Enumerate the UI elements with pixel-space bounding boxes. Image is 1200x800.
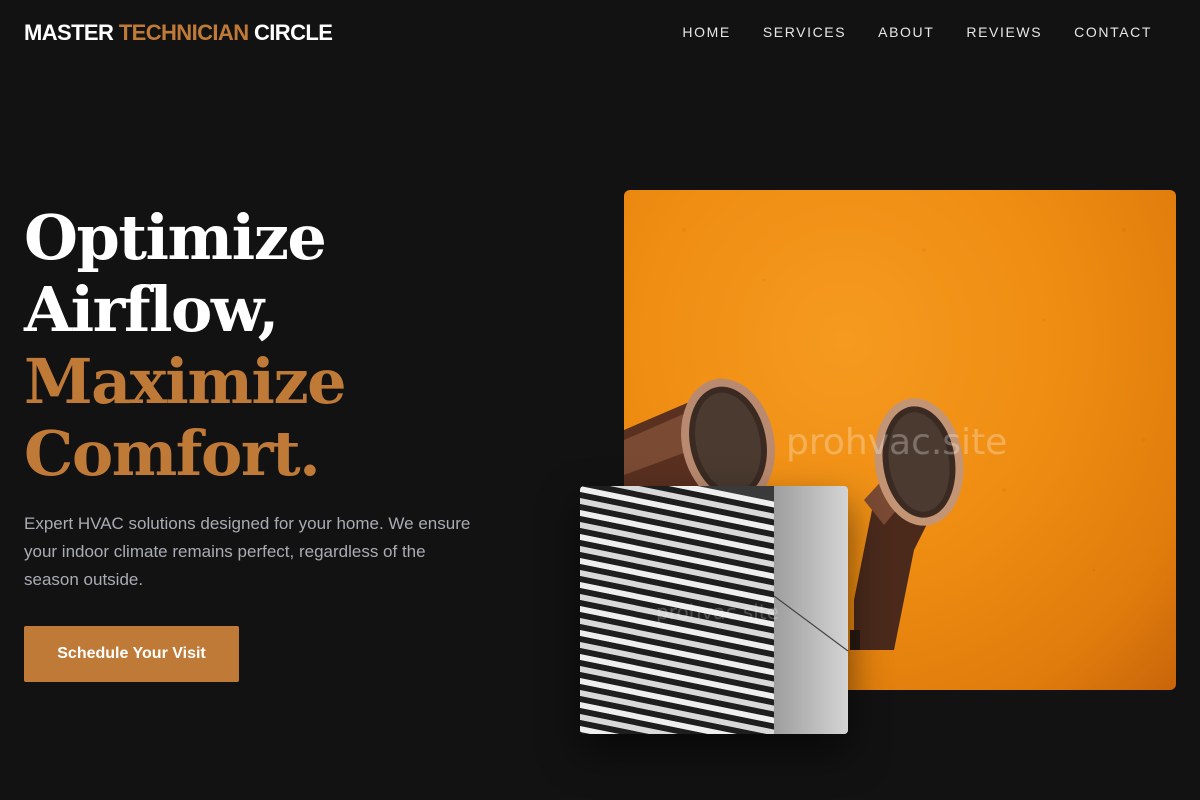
nav-about-link[interactable]: ABOUT xyxy=(878,24,934,40)
hero-title: Optimize Airflow, Maximize Comfort. xyxy=(24,201,347,490)
nav-contact-link[interactable]: CONTACT xyxy=(1074,24,1152,40)
hero-description: Expert HVAC solutions designed for your … xyxy=(24,514,471,589)
logo-text-master: MASTER xyxy=(24,20,119,45)
logo-text-circle: CIRCLE xyxy=(248,20,333,45)
nav-home-link[interactable]: HOME xyxy=(682,24,730,40)
nav-reviews-link[interactable]: REVIEWS xyxy=(966,24,1042,40)
hero-title-line-4: Comfort. xyxy=(24,417,321,490)
site-logo[interactable]: MASTER TECHNICIAN CIRCLE xyxy=(24,20,333,46)
main-nav: HOME SERVICES ABOUT REVIEWS CONTACT xyxy=(682,24,1152,40)
hero-title-line-1: Optimize xyxy=(24,201,327,274)
hero-image-louvers: prohvac.site xyxy=(580,486,848,734)
site-header: MASTER TECHNICIAN CIRCLE HOME SERVICES A… xyxy=(0,0,1200,68)
louvers-illustration xyxy=(580,486,848,734)
nav-services-link[interactable]: SERVICES xyxy=(763,24,846,40)
schedule-visit-button[interactable]: Schedule Your Visit xyxy=(24,626,239,682)
hero-title-line-3: Maximize xyxy=(24,345,347,418)
hero-title-line-2: Airflow, xyxy=(24,273,279,346)
logo-text-technician: TECHNICIAN xyxy=(118,20,249,45)
